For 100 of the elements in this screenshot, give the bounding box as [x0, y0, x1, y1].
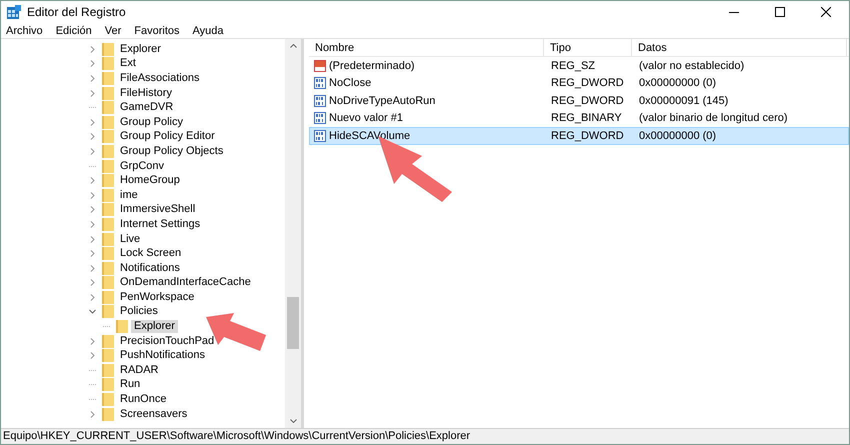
- value-data: 0x00000000 (0): [638, 77, 718, 90]
- value-type: REG_SZ: [550, 60, 596, 72]
- folder-icon: [102, 334, 114, 348]
- scrollbar[interactable]: [285, 39, 301, 428]
- menu-item[interactable]: Edición: [50, 23, 96, 38]
- binary-value-icon: [314, 94, 326, 107]
- value-name: NoClose: [328, 77, 372, 90]
- binary-value-icon: [314, 112, 326, 124]
- chevron-icon[interactable]: [89, 308, 96, 316]
- folder-icon: [102, 232, 114, 246]
- value-type: REG_DWORD: [550, 130, 625, 142]
- tree-item[interactable]: FileAssociations: [117, 72, 202, 85]
- scroll-down-icon[interactable]: [290, 419, 296, 423]
- folder-icon: [102, 393, 114, 406]
- value-name: Nuevo valor #1: [328, 112, 403, 124]
- folder-icon: [102, 188, 114, 202]
- value-name: (Predeterminado): [328, 60, 415, 72]
- chevron-icon[interactable]: [89, 250, 96, 258]
- binary-value-icon: [314, 77, 326, 90]
- column-header[interactable]: Nombre: [309, 39, 544, 56]
- value-row[interactable]: Nuevo valor #1 REG_BINARY (valor binario de longitud cero): [309, 110, 849, 127]
- chevron-icon[interactable]: [89, 177, 96, 184]
- chevron-icon[interactable]: [89, 220, 96, 228]
- menu-item[interactable]: Ayuda: [188, 23, 228, 38]
- tree-item[interactable]: GrpConv: [117, 160, 168, 173]
- chevron-icon[interactable]: [89, 148, 96, 155]
- chevron-icon[interactable]: [89, 60, 96, 68]
- folder-icon: [102, 72, 114, 85]
- chevron-icon[interactable]: [89, 74, 96, 82]
- folder-icon: [102, 203, 114, 216]
- chevron-icon[interactable]: [89, 410, 96, 418]
- value-row[interactable]: NoClose REG_DWORD 0x00000000 (0): [309, 74, 849, 92]
- tree-item[interactable]: Group Policy Editor: [117, 130, 218, 144]
- folder-icon: [102, 408, 114, 421]
- tree-item[interactable]: Live: [117, 232, 144, 246]
- tree-item[interactable]: PushNotifications: [117, 349, 208, 362]
- tree-item[interactable]: FileHistory: [117, 86, 175, 100]
- chevron-icon[interactable]: [89, 279, 96, 286]
- tree-item[interactable]: Group Policy: [117, 116, 186, 129]
- scroll-thumb[interactable]: [287, 297, 299, 349]
- folder-icon: [102, 276, 114, 290]
- tree-item[interactable]: RADAR: [117, 364, 162, 377]
- folder-icon: [102, 57, 114, 70]
- value-row[interactable]: (Predeterminado) REG_SZ (valor no establecido): [309, 57, 849, 74]
- scroll-up-icon[interactable]: [290, 44, 296, 48]
- tree-item[interactable]: HomeGroup: [117, 174, 183, 188]
- tree-item[interactable]: Run: [117, 378, 144, 392]
- folder-icon: [102, 349, 114, 362]
- tree-item[interactable]: OnDemandInterfaceCache: [117, 276, 254, 290]
- value-name: NoDriveTypeAutoRun: [328, 94, 436, 107]
- tree-item[interactable]: Group Policy Objects: [117, 144, 226, 158]
- tree-item[interactable]: RunOnce: [117, 393, 170, 406]
- value-row[interactable]: NoDriveTypeAutoRun REG_DWORD 0x00000091 (145): [309, 92, 849, 110]
- binary-value-icon: [314, 130, 326, 142]
- value-data: 0x00000000 (0): [638, 130, 718, 142]
- chevron-icon[interactable]: [89, 46, 96, 53]
- chevron-icon[interactable]: [89, 133, 96, 140]
- column-header[interactable]: Tipo: [544, 39, 632, 56]
- value-data: (valor binario de longitud cero): [638, 112, 789, 124]
- value-type: REG_DWORD: [550, 77, 625, 90]
- tree-item[interactable]: Notifications: [117, 262, 183, 275]
- value-type: REG_DWORD: [550, 94, 625, 107]
- close-icon[interactable]: [821, 7, 831, 17]
- chevron-icon[interactable]: [89, 192, 96, 199]
- tree-item[interactable]: Lock Screen: [117, 247, 184, 260]
- folder-icon: [102, 42, 114, 56]
- folder-icon: [102, 218, 114, 231]
- maximize-icon[interactable]: [775, 7, 785, 17]
- tree-item[interactable]: Explorer: [131, 320, 178, 334]
- tree-item[interactable]: Ext: [117, 57, 139, 70]
- chevron-icon[interactable]: [89, 90, 96, 97]
- folder-icon: [102, 305, 114, 318]
- tree-item[interactable]: PrecisionTouchPad: [117, 334, 218, 348]
- registry-app-icon: [7, 5, 21, 19]
- menu-item[interactable]: Favoritos: [129, 23, 184, 38]
- tree-item[interactable]: ImmersiveShell: [117, 203, 198, 216]
- chevron-icon[interactable]: [89, 352, 96, 360]
- status-bar: Equipo\HKEY_CURRENT_USER\Software\Microsoft\Windows\CurrentVersion\Policies\Explorer: [1, 428, 849, 444]
- folder-icon: [102, 378, 114, 392]
- chevron-icon[interactable]: [89, 206, 96, 214]
- folder-icon: [102, 144, 114, 158]
- tree-item[interactable]: Internet Settings: [117, 218, 204, 231]
- column-header[interactable]: Datos: [632, 39, 847, 56]
- chevron-icon[interactable]: [89, 294, 96, 301]
- tree-item[interactable]: ime: [117, 188, 141, 202]
- folder-icon: [116, 320, 128, 334]
- menu-item[interactable]: Ver: [100, 23, 126, 38]
- folder-icon: [102, 116, 114, 129]
- chevron-icon[interactable]: [89, 118, 96, 126]
- chevron-icon[interactable]: [89, 264, 96, 272]
- tree-item[interactable]: Policies: [117, 305, 161, 318]
- chevron-icon[interactable]: [89, 236, 96, 243]
- tree-item[interactable]: Screensavers: [117, 408, 190, 421]
- value-row[interactable]: HideSCAVolume REG_DWORD 0x00000000 (0): [309, 127, 849, 144]
- value-name: HideSCAVolume: [328, 130, 410, 142]
- menu-item[interactable]: Archivo: [1, 23, 47, 38]
- chevron-icon[interactable]: [89, 338, 96, 345]
- tree-item[interactable]: Explorer: [117, 42, 164, 56]
- tree-item[interactable]: PenWorkspace: [117, 290, 198, 304]
- tree-item[interactable]: GameDVR: [117, 101, 176, 114]
